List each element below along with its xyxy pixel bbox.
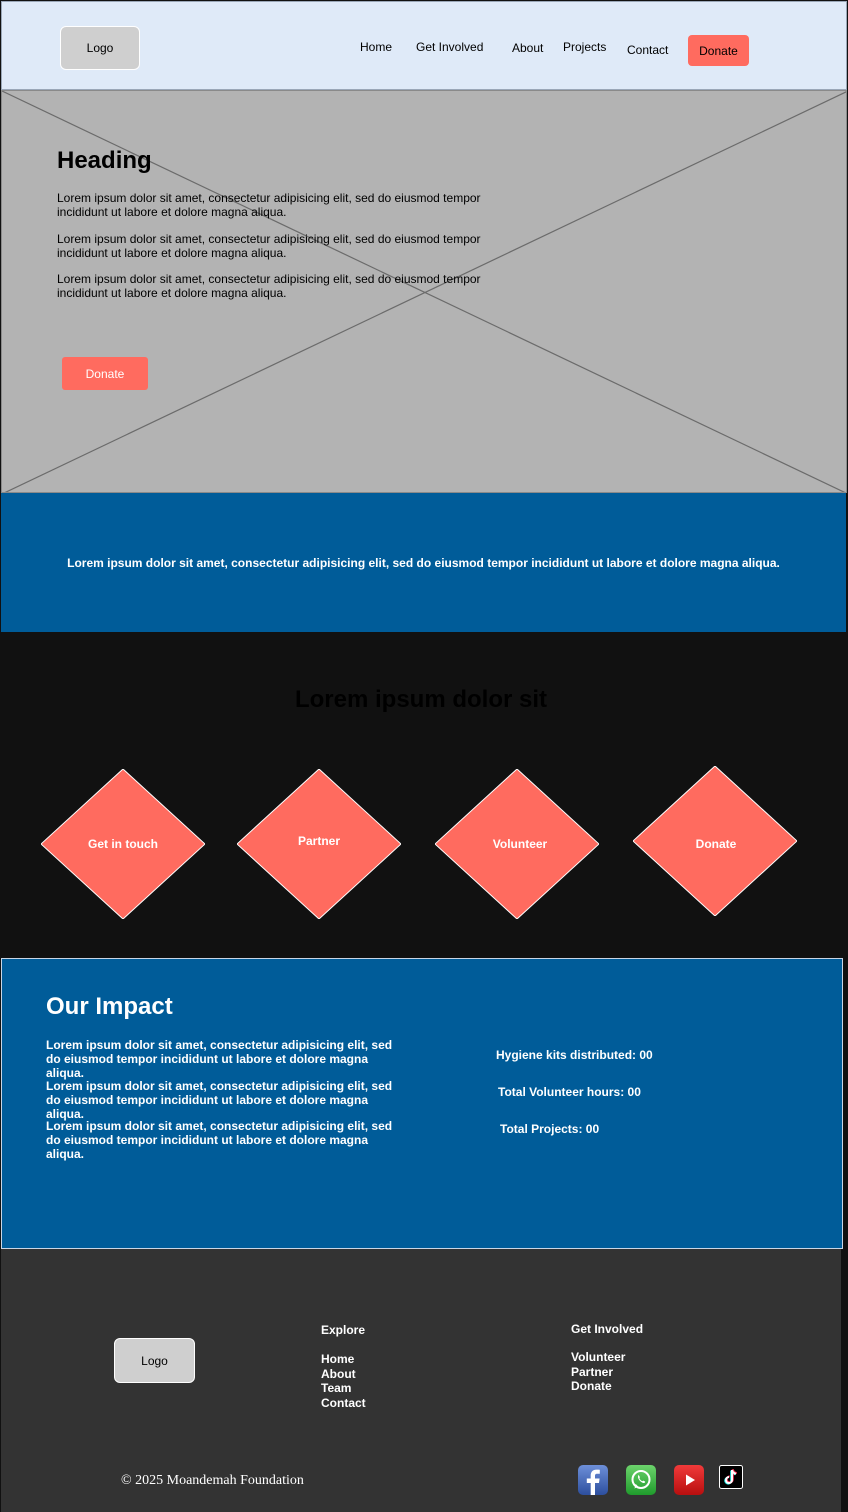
get-in-touch-card[interactable]: Get in touch	[41, 769, 205, 919]
footer-link-partner[interactable]: Partner	[571, 1365, 625, 1380]
stat-hygiene-kits: Hygiene kits distributed: 00	[496, 1048, 653, 1062]
footer-link-contact[interactable]: Contact	[321, 1396, 366, 1411]
header-donate-button[interactable]: Donate	[688, 35, 749, 66]
get-involved-section: Lorem ipsum dolor sit Get in touch Partn…	[0, 632, 848, 958]
hero-paragraph: Lorem ipsum dolor sit amet, consectetur …	[57, 272, 481, 300]
footer-logo[interactable]: Logo	[114, 1338, 195, 1383]
impact-section: Our Impact Lorem ipsum dolor sit amet, c…	[1, 958, 843, 1249]
youtube-icon[interactable]	[674, 1465, 704, 1495]
nav-home[interactable]: Home	[360, 40, 392, 54]
impact-paragraph: Lorem ipsum dolor sit amet, consectetur …	[46, 1079, 393, 1121]
hero-paragraph: Lorem ipsum dolor sit amet, consectetur …	[57, 191, 481, 219]
stat-total-projects: Total Projects: 00	[500, 1122, 600, 1136]
donate-card[interactable]: Donate	[633, 766, 797, 916]
hero-donate-button[interactable]: Donate	[62, 357, 148, 390]
facebook-icon[interactable]	[578, 1465, 608, 1495]
card-label: Get in touch	[88, 837, 158, 851]
footer-explore-heading: Explore	[321, 1323, 366, 1337]
copyright-text: © 2025 Moandemah Foundation	[121, 1473, 304, 1488]
whatsapp-icon[interactable]	[626, 1465, 656, 1495]
header-logo[interactable]: Logo	[60, 26, 140, 70]
volunteer-card[interactable]: Volunteer	[435, 769, 599, 919]
footer-link-volunteer[interactable]: Volunteer	[571, 1350, 625, 1365]
nav-contact[interactable]: Contact	[627, 43, 668, 57]
card-label: Volunteer	[492, 837, 548, 851]
hero-paragraph: Lorem ipsum dolor sit amet, consectetur …	[57, 232, 481, 260]
section-heading: Lorem ipsum dolor sit	[294, 686, 548, 713]
impact-paragraph: Lorem ipsum dolor sit amet, consectetur …	[46, 1038, 393, 1080]
site-header: Logo Home Get Involved About Projects Co…	[1, 1, 847, 90]
stat-volunteer-hours: Total Volunteer hours: 00	[498, 1085, 641, 1099]
tiktok-icon[interactable]	[719, 1465, 743, 1489]
nav-about[interactable]: About	[512, 41, 543, 55]
footer-link-team[interactable]: Team	[321, 1381, 366, 1396]
site-footer: Logo Explore Home About Team Contact Get…	[1, 1249, 841, 1512]
footer-explore-list: Home About Team Contact	[321, 1352, 366, 1410]
footer-link-about[interactable]: About	[321, 1367, 366, 1382]
card-label: Donate	[695, 837, 737, 851]
impact-heading: Our Impact	[46, 993, 173, 1020]
footer-link-home[interactable]: Home	[321, 1352, 366, 1367]
impact-paragraph: Lorem ipsum dolor sit amet, consectetur …	[46, 1119, 393, 1161]
banner-text: Lorem ipsum dolor sit amet, consectetur …	[67, 556, 780, 570]
nav-projects[interactable]: Projects	[563, 40, 606, 54]
partner-card[interactable]: Partner	[237, 769, 401, 919]
footer-involved-heading: Get Involved	[571, 1322, 644, 1336]
card-label: Partner	[297, 834, 341, 848]
mission-banner: Lorem ipsum dolor sit amet, consectetur …	[1, 493, 846, 632]
hero-heading: Heading	[57, 147, 152, 174]
hero-section: Heading Lorem ipsum dolor sit amet, cons…	[1, 90, 847, 493]
nav-get-involved[interactable]: Get Involved	[416, 40, 483, 54]
footer-involved-list: Volunteer Partner Donate	[571, 1350, 625, 1394]
footer-link-donate[interactable]: Donate	[571, 1379, 625, 1394]
